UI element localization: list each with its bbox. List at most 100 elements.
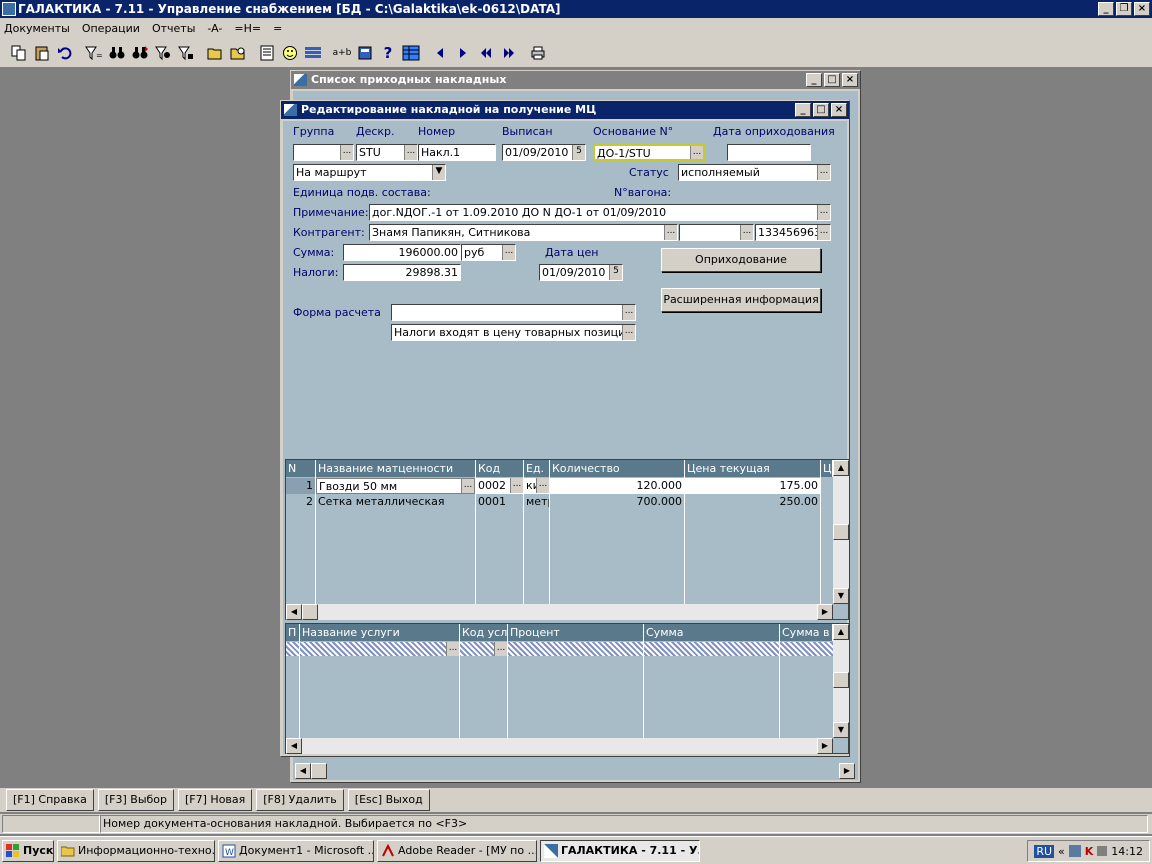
tray-expand-icon[interactable]: «: [1058, 845, 1065, 858]
help-icon[interactable]: ?: [377, 42, 399, 64]
open-folder-icon[interactable]: [204, 42, 226, 64]
col-sum-cur[interactable]: Сумма в в: [780, 624, 833, 641]
col-sum[interactable]: Сумма: [644, 624, 780, 641]
browse-icon[interactable]: ...: [817, 165, 830, 180]
code-cell[interactable]: 0002...: [476, 478, 523, 494]
help-button[interactable]: [F1] Справка: [6, 789, 94, 811]
scroll-left-icon[interactable]: ◀: [295, 763, 311, 779]
copy-icon[interactable]: [8, 42, 30, 64]
browse-icon[interactable]: ...: [494, 642, 507, 656]
group-field[interactable]: ...: [293, 144, 354, 161]
browse-icon[interactable]: ...: [461, 479, 474, 493]
services-hscroll[interactable]: [286, 738, 833, 754]
scroll-left-icon[interactable]: ◀: [286, 604, 302, 620]
browse-icon[interactable]: ...: [664, 225, 677, 240]
filter-icon[interactable]: =: [83, 42, 105, 64]
restore-icon[interactable]: ❐: [1116, 2, 1132, 16]
delete-button[interactable]: [F8] Удалить: [256, 789, 344, 811]
col-unit[interactable]: Ед.: [524, 460, 550, 477]
calendar-icon[interactable]: 5: [609, 265, 622, 280]
table-row[interactable]: [286, 642, 833, 656]
new-button[interactable]: [F7] Новая: [178, 789, 253, 811]
note-field[interactable]: дог.NДОГ.-1 от 1.09.2010 ДО N ДО-1 от 01…: [369, 204, 831, 221]
col-percent[interactable]: Процент: [508, 624, 644, 641]
calculator-icon[interactable]: [354, 42, 376, 64]
sum-field[interactable]: 196000.00: [343, 244, 461, 261]
calendar-icon[interactable]: 5: [572, 145, 585, 160]
scroll-thumb[interactable]: [833, 672, 849, 688]
counterparty-field[interactable]: Знамя Папикян, Ситникова...: [369, 224, 678, 241]
col-price2[interactable]: Це: [821, 460, 833, 477]
scroll-thumb[interactable]: [311, 763, 327, 779]
posting-date-field[interactable]: [727, 144, 811, 161]
col-service-name[interactable]: Название услуги: [300, 624, 460, 641]
tax-mode-field[interactable]: Налоги входят в цену товарных позиций...: [391, 324, 636, 341]
binoculars-next-icon[interactable]: [129, 42, 151, 64]
taskbar-item-explorer[interactable]: Информационно-техно...: [57, 839, 215, 862]
menu-a[interactable]: -A-: [207, 22, 222, 35]
scroll-left-icon[interactable]: ◀: [286, 738, 302, 754]
scroll-down-icon[interactable]: ▼: [833, 588, 849, 604]
menu-reports[interactable]: Отчеты: [152, 22, 195, 35]
menu-h[interactable]: =H=: [234, 22, 261, 35]
menu-eq[interactable]: =: [273, 22, 282, 35]
menu-documents[interactable]: Документы: [4, 22, 70, 35]
price-date-field[interactable]: 01/09/2010 5: [539, 264, 623, 281]
browse-icon[interactable]: ...: [690, 146, 703, 159]
scroll-down-icon[interactable]: ▼: [833, 722, 849, 738]
browse-icon[interactable]: ...: [622, 305, 635, 320]
issued-date-field[interactable]: 01/09/2010 5: [502, 144, 586, 161]
browse-icon[interactable]: ...: [510, 478, 523, 493]
post-button[interactable]: Оприходование: [661, 248, 821, 272]
payment-form-field[interactable]: ...: [391, 304, 636, 321]
scroll-thumb[interactable]: [302, 604, 318, 620]
currency-field[interactable]: руб...: [461, 244, 516, 261]
prev-icon[interactable]: [429, 42, 451, 64]
maximize-icon[interactable]: □: [824, 73, 840, 87]
binoculars-icon[interactable]: [106, 42, 128, 64]
stack-icon[interactable]: [302, 42, 324, 64]
browse-icon[interactable]: ...: [502, 245, 515, 260]
goods-hscroll[interactable]: [286, 604, 833, 620]
scroll-right-icon[interactable]: ▶: [839, 763, 855, 779]
browse-icon[interactable]: ...: [817, 225, 830, 240]
status-field[interactable]: исполняемый...: [678, 164, 831, 181]
col-service-code[interactable]: Код услу: [460, 624, 508, 641]
minimize-icon[interactable]: _: [806, 73, 822, 87]
close-icon[interactable]: ×: [831, 103, 847, 117]
language-indicator[interactable]: RU: [1034, 844, 1055, 858]
close-icon[interactable]: ×: [1134, 2, 1150, 16]
browse-icon[interactable]: ...: [536, 478, 549, 493]
number-field[interactable]: Накл.1: [418, 144, 496, 161]
taxes-field[interactable]: 29898.31: [343, 264, 461, 281]
col-p[interactable]: П: [286, 624, 300, 641]
browse-icon[interactable]: ...: [622, 325, 635, 340]
col-qty[interactable]: Количество: [550, 460, 685, 477]
taskbar-item-galaktika[interactable]: ГАЛАКТИКА - 7.11 - У...: [540, 839, 700, 862]
smiley-icon[interactable]: [279, 42, 301, 64]
browse-icon[interactable]: ...: [446, 642, 459, 656]
scroll-up-icon[interactable]: ▲: [833, 460, 849, 476]
print-icon[interactable]: [527, 42, 549, 64]
minimize-icon[interactable]: _: [1098, 2, 1114, 16]
filter-add-icon[interactable]: [152, 42, 174, 64]
unit-cell[interactable]: ки...: [524, 478, 549, 494]
select-button[interactable]: [F3] Выбор: [97, 789, 175, 811]
first-icon[interactable]: [475, 42, 497, 64]
network-icon[interactable]: [1068, 845, 1081, 857]
close-icon[interactable]: ×: [842, 73, 858, 87]
filter-remove-icon[interactable]: [175, 42, 197, 64]
browse-icon[interactable]: ...: [817, 205, 830, 220]
browse-icon[interactable]: ...: [740, 225, 753, 240]
minimize-icon[interactable]: _: [795, 103, 811, 117]
scroll-up-icon[interactable]: ▲: [833, 624, 849, 640]
paste-icon[interactable]: [31, 42, 53, 64]
basis-field[interactable]: ДО-1/STU...: [593, 144, 705, 161]
exit-button[interactable]: [Esc] Выход: [347, 789, 430, 811]
col-name[interactable]: Название матценности: [316, 460, 476, 477]
start-button[interactable]: Пуск: [2, 839, 54, 862]
table-icon[interactable]: [400, 42, 422, 64]
taskbar-item-adobe[interactable]: Adobe Reader - [МУ по ...: [377, 839, 537, 862]
maximize-icon[interactable]: □: [813, 103, 829, 117]
counterparty-extra-field[interactable]: ...: [679, 224, 754, 241]
